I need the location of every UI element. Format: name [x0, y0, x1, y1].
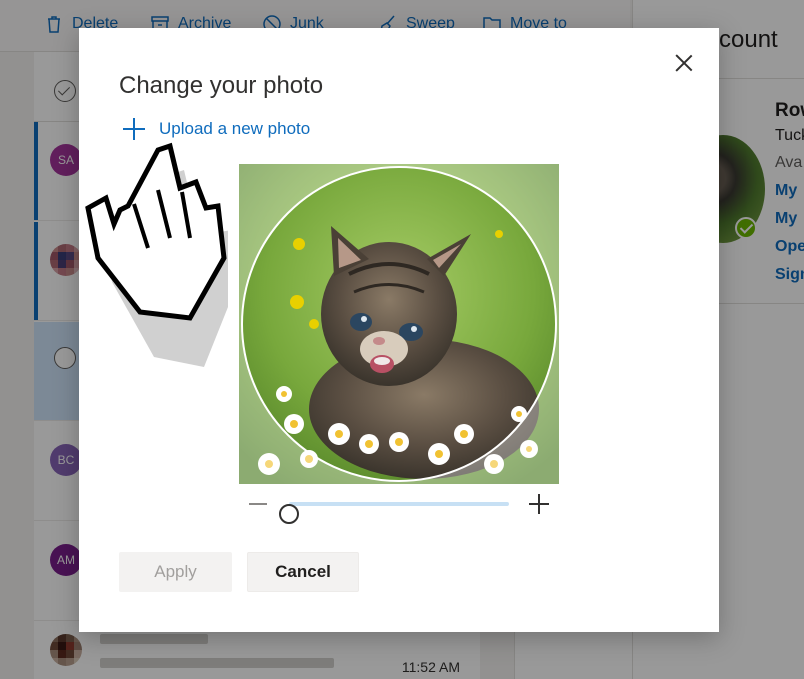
- zoom-slider-track[interactable]: [279, 502, 509, 524]
- zoom-in-icon[interactable]: [529, 494, 549, 514]
- kitten-photo: [239, 164, 559, 484]
- zoom-out-icon[interactable]: [249, 503, 267, 505]
- photo-crop-area[interactable]: [239, 164, 559, 484]
- upload-photo-link[interactable]: Upload a new photo: [123, 118, 310, 140]
- zoom-slider-thumb[interactable]: [279, 504, 299, 524]
- change-photo-dialog: Change your photo Upload a new photo App…: [79, 28, 719, 632]
- zoom-slider[interactable]: [249, 492, 549, 524]
- plus-icon: [123, 118, 145, 140]
- cancel-button[interactable]: Cancel: [247, 552, 359, 592]
- upload-photo-label: Upload a new photo: [159, 119, 311, 138]
- dialog-title: Change your photo: [119, 72, 324, 99]
- apply-button[interactable]: Apply: [119, 552, 232, 592]
- close-icon[interactable]: [671, 50, 697, 76]
